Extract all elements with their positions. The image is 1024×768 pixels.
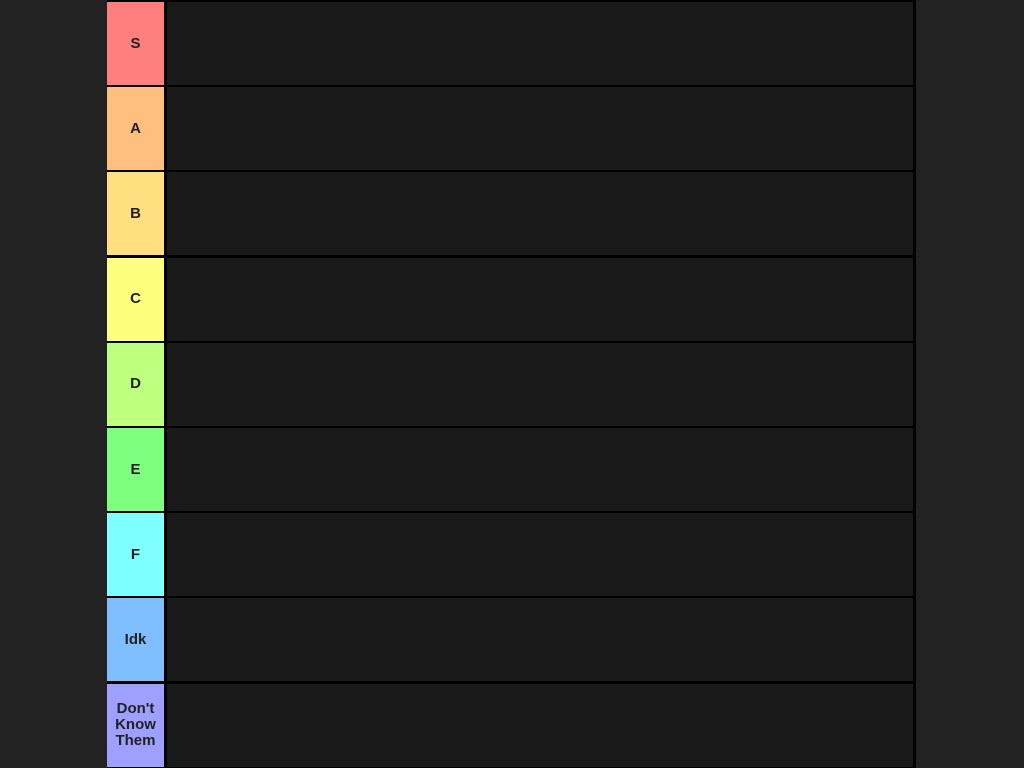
- tier-drop-zone[interactable]: [167, 87, 913, 171]
- tier-label[interactable]: C: [107, 257, 164, 341]
- tier-drop-zone[interactable]: [167, 513, 913, 597]
- tier-row: S: [107, 2, 916, 85]
- tier-row: A: [107, 87, 916, 171]
- tier-drop-zone[interactable]: [167, 2, 913, 85]
- tier-label[interactable]: B: [107, 172, 164, 256]
- tier-label[interactable]: A: [107, 87, 164, 171]
- tier-label[interactable]: E: [107, 428, 164, 511]
- tier-label[interactable]: Don't Know Them: [107, 683, 164, 767]
- tier-label[interactable]: S: [107, 2, 164, 85]
- tier-drop-zone[interactable]: [167, 683, 913, 767]
- tier-drop-zone[interactable]: [167, 172, 913, 256]
- tier-label[interactable]: Idk: [107, 598, 164, 682]
- tier-list-board: S A B C D E F Idk Don't Know Them: [107, 0, 916, 768]
- tier-row: D: [107, 342, 916, 426]
- tier-row: F: [107, 513, 916, 597]
- tier-label[interactable]: D: [107, 342, 164, 426]
- tier-drop-zone[interactable]: [167, 257, 913, 341]
- tier-drop-zone[interactable]: [167, 428, 913, 511]
- tier-row: Don't Know Them: [107, 683, 916, 767]
- tier-drop-zone[interactable]: [167, 598, 913, 682]
- tier-row: E: [107, 428, 916, 511]
- tier-row: B: [107, 172, 916, 256]
- tier-row: C: [107, 257, 916, 341]
- tier-row: Idk: [107, 598, 916, 682]
- tier-label[interactable]: F: [107, 513, 164, 597]
- tier-drop-zone[interactable]: [167, 342, 913, 426]
